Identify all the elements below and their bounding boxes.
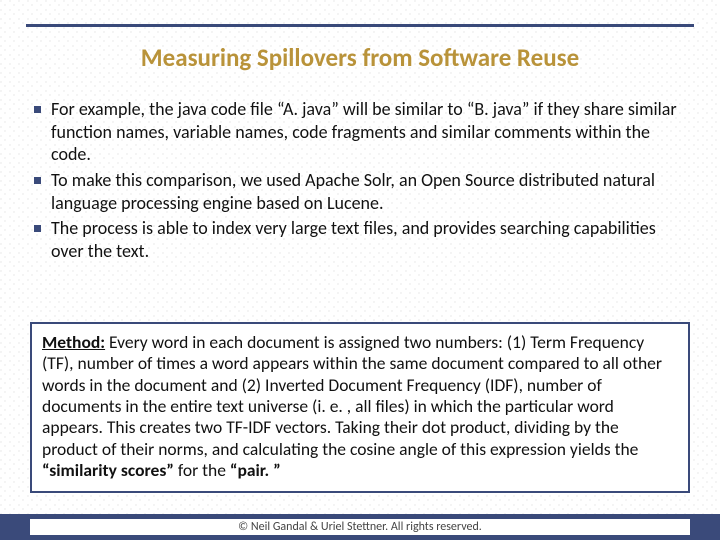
footer-text: © Neil Gandal & Uriel Stettner. All righ… bbox=[30, 519, 690, 535]
bullet-icon bbox=[34, 106, 41, 113]
bullet-text: To make this comparison, we used Apache … bbox=[51, 169, 686, 214]
method-box: Method: Every word in each document is a… bbox=[30, 322, 690, 493]
list-item: The process is able to index very large … bbox=[34, 217, 686, 262]
method-body-2: for the bbox=[174, 459, 230, 481]
bullet-text: For example, the java code file “A. java… bbox=[51, 98, 686, 166]
pair-term: “pair. ” bbox=[230, 459, 281, 481]
method-body: Every word in each document is assigned … bbox=[42, 331, 662, 460]
bullet-text: The process is able to index very large … bbox=[51, 217, 686, 262]
slide: Measuring Spillovers from Software Reuse… bbox=[0, 0, 720, 540]
top-rule bbox=[26, 24, 694, 27]
bullet-icon bbox=[34, 225, 41, 232]
method-label: Method: bbox=[42, 331, 105, 353]
slide-title: Measuring Spillovers from Software Reuse bbox=[0, 42, 720, 73]
list-item: To make this comparison, we used Apache … bbox=[34, 169, 686, 214]
bullet-list: For example, the java code file “A. java… bbox=[34, 98, 686, 266]
similarity-term: “similarity scores” bbox=[42, 459, 174, 481]
bullet-icon bbox=[34, 177, 41, 184]
list-item: For example, the java code file “A. java… bbox=[34, 98, 686, 166]
footer-bar: © Neil Gandal & Uriel Stettner. All righ… bbox=[0, 514, 720, 540]
